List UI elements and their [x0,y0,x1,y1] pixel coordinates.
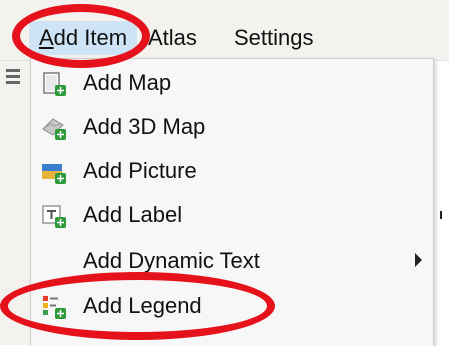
picture-icon [42,164,66,184]
label-icon [42,205,66,228]
menu-item-label: Add Dynamic Text [83,248,260,273]
menu-item-label: Add Label [83,202,183,227]
layout-canvas-edge [434,61,449,345]
menu-item-label: Add Map [83,70,172,95]
toolbar-grip-icon [6,75,20,78]
3d-map-icon [42,118,66,140]
menu-add-item[interactable]: Add Item [29,21,137,55]
menu-bar: Add Item Atlas Settings [0,0,449,61]
toolbar-grip-icon [6,69,20,72]
menu-item-add-picture[interactable]: Add Picture [31,149,433,193]
menu-add-item-label: dd Item [53,25,128,50]
menu-item-add-3d-map[interactable]: Add 3D Map [31,105,433,149]
menu-item-label: Add 3D Map [83,114,206,139]
menu-item-add-legend[interactable]: Add Legend [31,284,433,328]
menu-item-add-map[interactable]: Add Map [31,61,433,105]
ruler-tick [440,211,442,219]
submenu-arrow-icon [415,253,422,267]
legend-icon [43,296,66,319]
layout-toolbar-strip [0,61,31,345]
menu-settings[interactable]: Settings [234,21,314,55]
menu-item-label: Add Legend [83,293,202,318]
menu-item-add-label[interactable]: Add Label [31,193,433,237]
toolbar-grip-icon [6,81,20,84]
menu-item-label: Add Picture [83,158,197,183]
menu-item-add-dynamic-text[interactable]: Add Dynamic Text [31,239,433,283]
map-icon [43,72,66,96]
menu-add-item-mnemonic: A [38,25,54,50]
add-item-dropdown: Add Map Add 3D Map Add Picture Add Label… [30,58,434,346]
menu-atlas[interactable]: Atlas [148,21,197,55]
